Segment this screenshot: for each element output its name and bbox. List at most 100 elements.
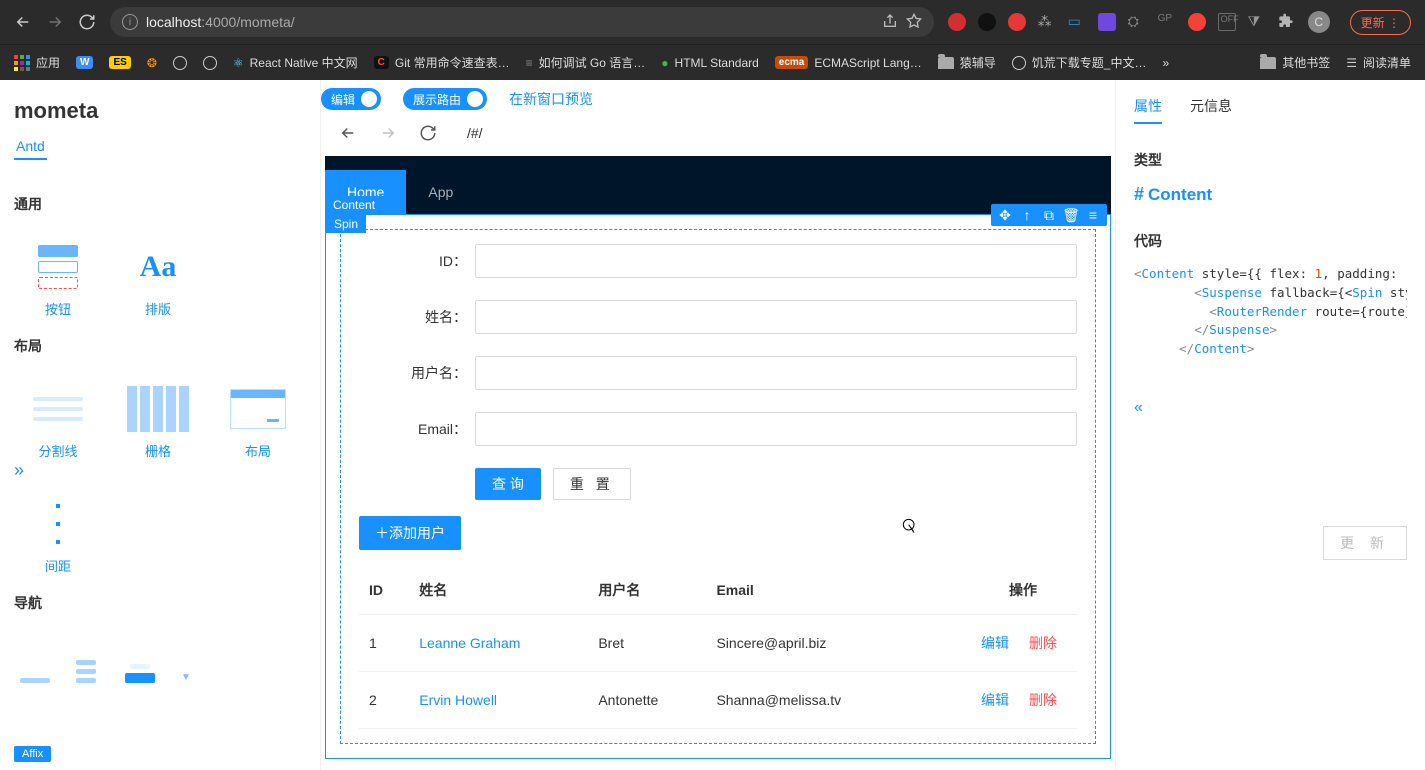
- menu-icon[interactable]: ≡: [1085, 207, 1101, 223]
- ext-icon-8[interactable]: GP: [1158, 13, 1176, 31]
- input-email[interactable]: [475, 412, 1077, 446]
- palette-grid[interactable]: 栅格: [108, 366, 208, 460]
- tab-props[interactable]: 属性: [1134, 96, 1162, 124]
- ext-icon-3[interactable]: [1008, 13, 1026, 31]
- browser-chrome: i localhost:4000/mometa/ ⁂ ▭ ⛭ GP OFF ⧩ …: [0, 0, 1425, 80]
- more-icon[interactable]: »: [14, 460, 24, 481]
- preview-reload-icon[interactable]: [419, 124, 437, 142]
- delete-icon[interactable]: 🗑: [1063, 207, 1079, 223]
- ext-icon-4[interactable]: ⁂: [1038, 13, 1056, 31]
- bookmark-item[interactable]: ecmaECMAScript Lang…: [775, 56, 922, 70]
- folder-icon: [938, 57, 954, 69]
- address-bar[interactable]: i localhost:4000/mometa/: [110, 7, 934, 37]
- bookmark-item[interactable]: [173, 56, 187, 70]
- preview-forward-icon[interactable]: [379, 124, 397, 142]
- add-user-button[interactable]: ＋添加用户: [359, 516, 461, 550]
- input-username[interactable]: [475, 356, 1077, 390]
- lib-tab-antd[interactable]: Antd: [14, 134, 47, 160]
- ext-icon-1[interactable]: [948, 13, 966, 31]
- palette-nav-2[interactable]: ▼: [108, 623, 208, 683]
- spin-label: Spin: [326, 215, 366, 233]
- user-name-link[interactable]: Ervin Howell: [419, 692, 497, 708]
- bookmark-item[interactable]: ≡如何调试 Go 语言…: [526, 54, 646, 71]
- site-info-icon[interactable]: i: [122, 14, 138, 30]
- palette-space[interactable]: 间距: [8, 481, 108, 575]
- app-title: mometa: [14, 98, 306, 124]
- filter-icon[interactable]: ⧩: [1248, 13, 1266, 31]
- edit-switch[interactable]: 编辑: [321, 88, 381, 110]
- user-name-link[interactable]: Leanne Graham: [419, 635, 520, 651]
- palette-typography[interactable]: Aa 排版: [108, 224, 208, 318]
- open-new-window[interactable]: 在新窗口预览: [509, 89, 593, 109]
- table-row: 2 Ervin Howell Antonette Shanna@melissa.…: [359, 672, 1077, 729]
- ext-icon-7[interactable]: ⛭: [1128, 13, 1146, 31]
- route-switch[interactable]: 展示路由: [403, 88, 487, 110]
- apps-button[interactable]: 应用: [14, 54, 60, 71]
- reading-list[interactable]: ☰阅读清单: [1346, 54, 1411, 71]
- selection-toolbar: ✥ ↑ ⧉ 🗑 ≡: [991, 204, 1107, 226]
- label-name: 姓名：: [359, 307, 475, 327]
- url-text: localhost:4000/mometa/: [146, 14, 295, 30]
- bookmarks-overflow[interactable]: »: [1162, 56, 1169, 70]
- row-edit[interactable]: 编辑: [981, 692, 1009, 708]
- forward-icon[interactable]: [46, 13, 64, 31]
- bookmark-item[interactable]: ES: [109, 56, 130, 69]
- code-block: <Content style={{ flex: 1, padding: '20p…: [1134, 265, 1407, 359]
- inspector-panel: 属性 元信息 类型 #Content 代码 <Content style={{ …: [1115, 80, 1425, 770]
- bookmark-item[interactable]: 饥荒下载专题_中文…: [1012, 54, 1147, 71]
- ext-icon-10[interactable]: OFF: [1218, 13, 1236, 31]
- bookmarks-bar: 应用 W ES ❂ ⚛React Native 中文网 CGit 常用命令速查表…: [0, 44, 1425, 80]
- spin-box: ID： 姓名： 用户名： Email： 查 询 重 置 ＋添加用户 ID 姓名 …: [340, 229, 1096, 744]
- reload-icon[interactable]: [78, 13, 96, 31]
- collapse-icon[interactable]: «: [1134, 399, 1407, 417]
- app-header: Content Home App ✥ ↑ ⧉ 🗑 ≡: [325, 156, 1111, 214]
- group-nav: 导航: [14, 593, 306, 613]
- extensions-icon[interactable]: [1278, 13, 1296, 31]
- ext-icon-6[interactable]: [1098, 13, 1116, 31]
- bookmark-item[interactable]: CGit 常用命令速查表…: [374, 54, 510, 71]
- share-icon[interactable]: [882, 13, 898, 32]
- col-name: 姓名: [409, 566, 588, 615]
- col-ops: 操作: [920, 566, 1077, 615]
- affix-tag[interactable]: Affix: [14, 746, 51, 762]
- col-email: Email: [706, 566, 920, 615]
- bookmark-item[interactable]: W: [76, 56, 93, 69]
- palette-nav-1[interactable]: [8, 623, 108, 683]
- row-delete[interactable]: 删除: [1029, 692, 1057, 708]
- content-selection[interactable]: Spin ID： 姓名： 用户名： Email： 查 询 重 置 ＋添加用户 I…: [325, 214, 1111, 759]
- other-bookmarks[interactable]: 其他书签: [1260, 54, 1330, 71]
- row-delete[interactable]: 删除: [1029, 635, 1057, 651]
- col-id: ID: [359, 566, 409, 615]
- ext-icon-2[interactable]: [978, 13, 996, 31]
- bookmark-item[interactable]: ⚛React Native 中文网: [233, 54, 358, 71]
- bookmark-item[interactable]: ●HTML Standard: [661, 56, 759, 70]
- ext-icon-5[interactable]: ▭: [1068, 13, 1086, 31]
- selection-label-content: Content: [325, 196, 383, 214]
- bookmark-item[interactable]: 猿辅导: [938, 54, 996, 71]
- query-button[interactable]: 查 询: [475, 468, 541, 500]
- back-icon[interactable]: [14, 13, 32, 31]
- bookmark-star-icon[interactable]: [906, 13, 922, 32]
- input-name[interactable]: [475, 300, 1077, 334]
- browser-update-button[interactable]: 更新 ⋮: [1350, 10, 1411, 35]
- label-id: ID：: [359, 251, 475, 271]
- palette-button[interactable]: 按钮: [8, 224, 108, 318]
- copy-icon[interactable]: ⧉: [1041, 207, 1057, 223]
- move-icon[interactable]: ✥: [997, 207, 1013, 223]
- reset-button[interactable]: 重 置: [553, 468, 631, 500]
- profile-avatar[interactable]: C: [1308, 11, 1330, 33]
- tab-meta[interactable]: 元信息: [1190, 96, 1232, 124]
- input-id[interactable]: [475, 244, 1077, 278]
- bookmark-item[interactable]: [203, 56, 217, 70]
- type-value: #Content: [1134, 184, 1407, 205]
- palette-layout[interactable]: 布局: [208, 366, 308, 460]
- bookmark-item[interactable]: ❂: [147, 56, 157, 70]
- palette-divider[interactable]: 分割线: [8, 366, 108, 460]
- ext-icon-9[interactable]: [1188, 13, 1206, 31]
- update-button[interactable]: 更 新: [1323, 526, 1407, 560]
- tab-app[interactable]: App: [406, 170, 475, 214]
- row-edit[interactable]: 编辑: [981, 635, 1009, 651]
- folder-icon: [1260, 57, 1276, 69]
- preview-back-icon[interactable]: [339, 124, 357, 142]
- up-icon[interactable]: ↑: [1019, 207, 1035, 223]
